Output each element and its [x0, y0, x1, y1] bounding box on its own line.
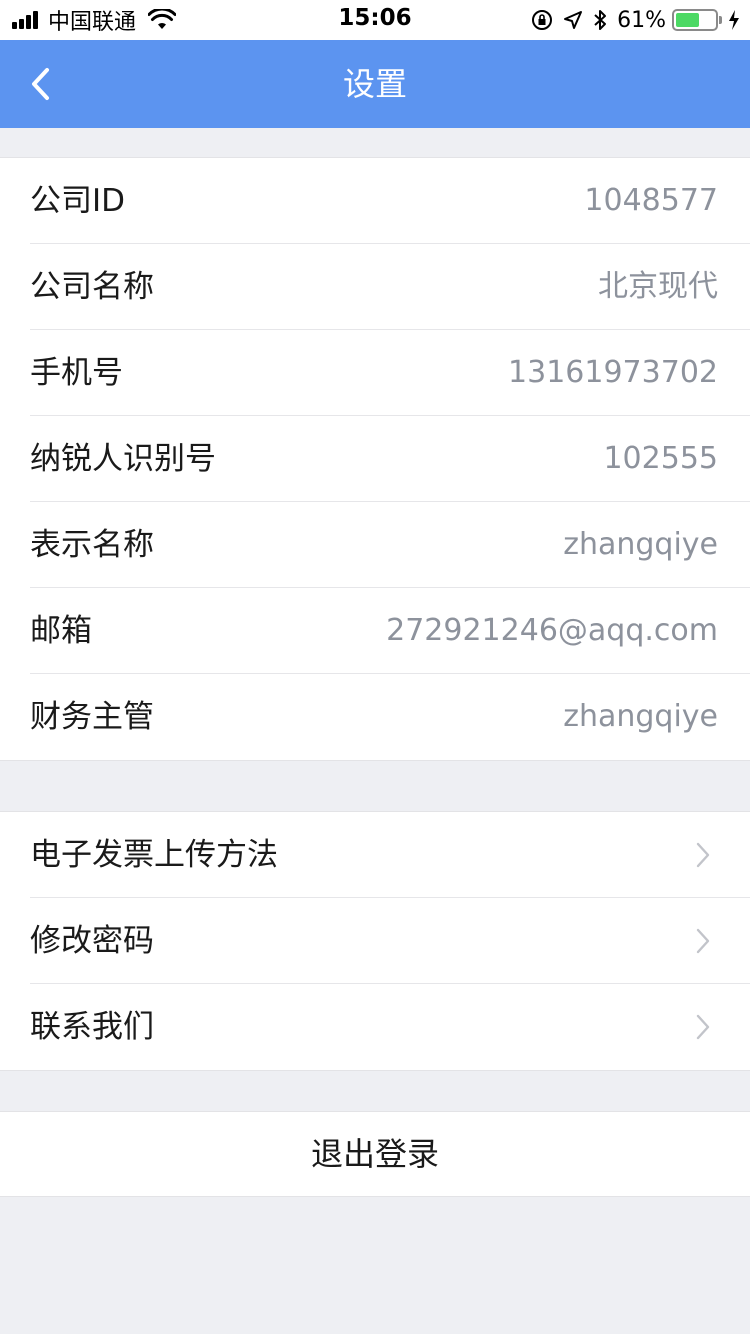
logout-button[interactable]: 退出登录 — [0, 1112, 750, 1196]
battery-cap — [719, 16, 722, 24]
row-label: 公司ID — [30, 183, 126, 219]
chevron-right-icon — [696, 842, 710, 868]
info-row-phone: 手机号 13161973702 — [30, 330, 750, 416]
info-row-company-id: 公司ID 1048577 — [30, 158, 750, 244]
page-title: 设置 — [342, 65, 407, 103]
battery-percent: 61% — [617, 7, 666, 33]
row-label: 纳锐人识别号 — [30, 441, 216, 477]
row-label: 邮箱 — [30, 613, 92, 649]
contact-us-item[interactable]: 联系我们 — [30, 984, 750, 1070]
location-icon — [564, 11, 583, 29]
status-bar-right: 61% — [521, 6, 740, 34]
actions-group: 电子发票上传方法 修改密码 联系我们 — [0, 811, 750, 1071]
battery-level — [676, 13, 700, 27]
row-value: 13161973702 — [508, 355, 718, 390]
row-label: 联系我们 — [30, 1009, 154, 1045]
status-bar: 中国联通 15:06 61% — [0, 0, 750, 40]
invoice-upload-method-item[interactable]: 电子发票上传方法 — [30, 812, 750, 898]
row-label: 公司名称 — [30, 269, 154, 305]
row-value: 272921246@aqq.com — [386, 613, 718, 648]
row-value: zhangqiye — [563, 699, 718, 734]
chevron-right-icon — [696, 1014, 710, 1040]
info-row-taxpayer-id: 纳锐人识别号 102555 — [30, 416, 750, 502]
row-label: 手机号 — [30, 355, 123, 391]
info-row-finance-manager: 财务主管 zhangqiye — [30, 674, 750, 760]
chevron-right-icon — [696, 928, 710, 954]
info-group: 公司ID 1048577 公司名称 北京现代 手机号 13161973702 纳… — [0, 157, 750, 761]
charging-icon — [729, 10, 739, 30]
row-label: 表示名称 — [30, 527, 154, 563]
row-value: 1048577 — [584, 183, 718, 218]
change-password-item[interactable]: 修改密码 — [30, 898, 750, 984]
row-value: 北京现代 — [598, 269, 718, 304]
row-value: 102555 — [603, 441, 718, 476]
row-label: 财务主管 — [30, 699, 154, 735]
info-row-display-name: 表示名称 zhangqiye — [30, 502, 750, 588]
orientation-lock-icon — [532, 10, 553, 30]
info-row-company-name: 公司名称 北京现代 — [30, 244, 750, 330]
nav-bar: 设置 — [0, 40, 750, 128]
row-value: zhangqiye — [563, 527, 718, 562]
battery-icon — [672, 9, 718, 31]
logout-group: 退出登录 — [0, 1111, 750, 1197]
row-label: 修改密码 — [30, 923, 154, 959]
bluetooth-icon — [594, 10, 607, 30]
row-label: 电子发票上传方法 — [30, 837, 278, 873]
info-row-email: 邮箱 272921246@aqq.com — [30, 588, 750, 674]
